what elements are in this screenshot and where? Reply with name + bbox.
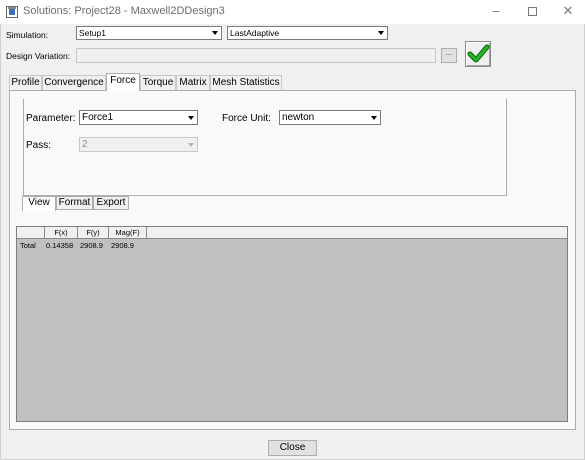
chevron-down-icon (210, 28, 220, 38)
chevron-down-icon (376, 28, 386, 38)
checkmark-icon (467, 44, 490, 63)
column-header-fy[interactable]: F(y) (78, 227, 109, 239)
maximize-icon[interactable] (514, 0, 550, 24)
chevron-down-icon (369, 113, 379, 123)
chevron-down-icon (186, 140, 196, 150)
apply-button[interactable] (465, 41, 491, 67)
pass-label: Pass: (26, 140, 52, 151)
force-unit-label: Force Unit: (222, 113, 271, 124)
design-variation-field (76, 48, 436, 63)
tab-convergence[interactable]: Convergence (42, 75, 106, 90)
pass-select: 2 (79, 137, 198, 152)
tab-mesh-statistics[interactable]: Mesh Statistics (210, 75, 282, 90)
parameter-select[interactable]: Force1 (79, 110, 198, 125)
column-header-fx[interactable]: F(x) (45, 227, 78, 239)
chevron-down-icon (186, 113, 196, 123)
window-title: Solutions: Project28 - Maxwell2DDesign3 (23, 5, 225, 17)
tab-matrix[interactable]: Matrix (176, 75, 210, 90)
close-window-icon[interactable]: ✕ (550, 0, 585, 24)
grid-header-filler (147, 227, 567, 239)
parameter-label: Parameter: (26, 113, 76, 124)
grid-corner-header (17, 227, 45, 239)
simulation-setup-value: Setup1 (79, 28, 106, 38)
subtab-format[interactable]: Format (56, 196, 93, 210)
close-button[interactable]: Close (268, 440, 317, 456)
app-icon (6, 6, 18, 18)
simulation-setup-select[interactable]: Setup1 (76, 26, 222, 40)
parameter-value: Force1 (82, 112, 114, 123)
minimize-icon[interactable]: – (478, 0, 514, 24)
tab-force[interactable]: Force (106, 73, 140, 91)
results-grid: F(x) F(y) Mag(F) Total 0.14358 2908.9 29… (16, 226, 568, 422)
cell-fy: 2908.9 (80, 241, 103, 250)
subtab-export[interactable]: Export (93, 196, 129, 210)
design-variation-browse-button[interactable]: ... (441, 48, 457, 63)
simulation-label: Simulation: (6, 30, 49, 40)
force-unit-select[interactable]: newton (279, 110, 381, 125)
tab-torque[interactable]: Torque (140, 75, 176, 90)
force-unit-value: newton (282, 112, 315, 123)
tab-profile[interactable]: Profile (9, 75, 42, 90)
column-header-magf[interactable]: Mag(F) (109, 227, 147, 239)
row-label-total: Total (20, 241, 36, 250)
design-variation-label: Design Variation: (6, 51, 71, 61)
subtab-view[interactable]: View (22, 196, 56, 211)
simulation-pass-select[interactable]: LastAdaptive (227, 26, 388, 40)
cell-magf: 2908.9 (111, 241, 134, 250)
cell-fx: 0.14358 (46, 241, 74, 250)
simulation-pass-value: LastAdaptive (230, 28, 280, 38)
pass-value: 2 (82, 139, 88, 150)
